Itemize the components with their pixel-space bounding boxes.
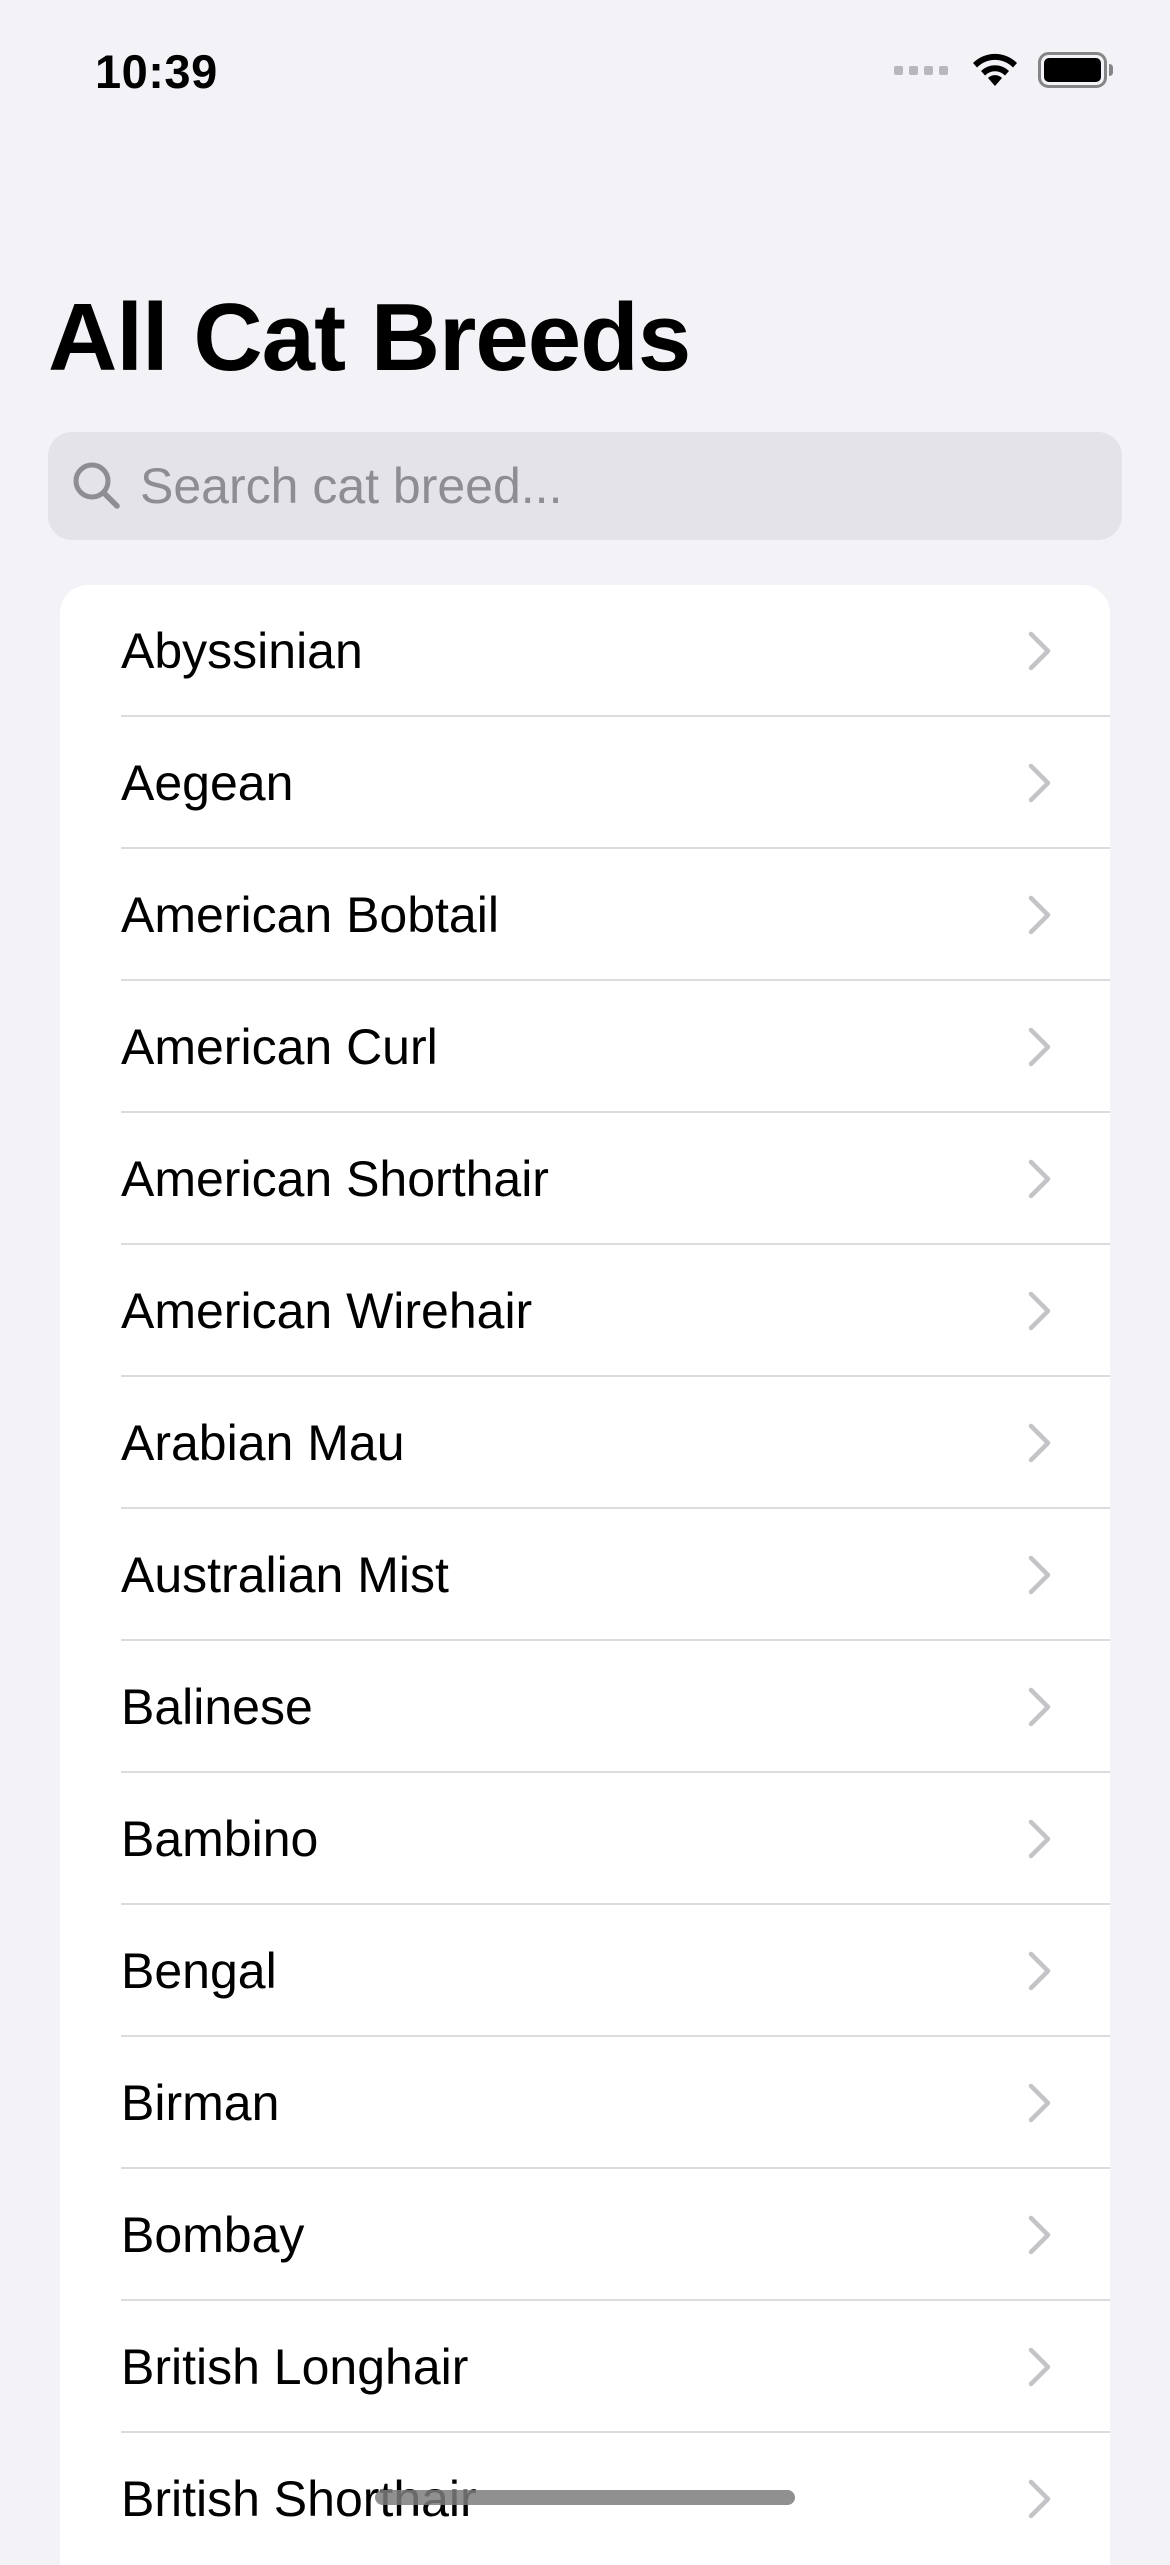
chevron-right-icon	[1028, 1951, 1051, 1991]
breed-name: Balinese	[121, 1679, 313, 1735]
list-item[interactable]: American Bobtail	[60, 849, 1110, 981]
list-item[interactable]: British Longhair	[60, 2301, 1110, 2433]
search-icon	[70, 459, 124, 513]
list-item[interactable]: Bengal	[60, 1905, 1110, 2037]
list-item[interactable]: Abyssinian	[60, 585, 1110, 717]
status-icons	[894, 52, 1114, 88]
breed-name: Abyssinian	[121, 623, 363, 679]
breed-name: Bengal	[121, 1943, 277, 1999]
chevron-right-icon	[1028, 1819, 1051, 1859]
breed-name: American Shorthair	[121, 1151, 549, 1207]
breed-name: American Wirehair	[121, 1283, 533, 1339]
wifi-icon	[973, 53, 1017, 86]
home-indicator[interactable]	[375, 2490, 795, 2505]
breed-name: Bombay	[121, 2207, 305, 2263]
list-item[interactable]: Birman	[60, 2037, 1110, 2169]
chevron-right-icon	[1028, 1687, 1051, 1727]
breed-list: Abyssinian Aegean American Bobtail Ameri…	[60, 585, 1110, 2565]
list-item[interactable]: American Shorthair	[60, 1113, 1110, 1245]
chevron-right-icon	[1028, 1291, 1051, 1331]
chevron-right-icon	[1028, 1027, 1051, 1067]
search-bar[interactable]	[48, 432, 1122, 540]
search-input[interactable]	[140, 432, 1122, 540]
list-item[interactable]: American Curl	[60, 981, 1110, 1113]
breed-name: Birman	[121, 2075, 280, 2131]
chevron-right-icon	[1028, 1555, 1051, 1595]
chevron-right-icon	[1028, 763, 1051, 803]
battery-icon	[1038, 52, 1113, 88]
list-item[interactable]: American Wirehair	[60, 1245, 1110, 1377]
breed-name: American Bobtail	[121, 887, 499, 943]
breed-name: Bambino	[121, 1811, 319, 1867]
list-item[interactable]: Bombay	[60, 2169, 1110, 2301]
breed-name: Australian Mist	[121, 1547, 449, 1603]
breed-name: Arabian Mau	[121, 1415, 405, 1471]
breed-name: Aegean	[121, 755, 294, 811]
chevron-right-icon	[1028, 1423, 1051, 1463]
cellular-signal-icon	[894, 65, 948, 75]
list-item[interactable]: Australian Mist	[60, 1509, 1110, 1641]
chevron-right-icon	[1028, 1159, 1051, 1199]
chevron-right-icon	[1028, 2347, 1051, 2387]
list-item[interactable]: Bambino	[60, 1773, 1110, 1905]
chevron-right-icon	[1028, 2083, 1051, 2123]
breed-name: British Longhair	[121, 2339, 469, 2395]
chevron-right-icon	[1028, 2215, 1051, 2255]
breed-name: American Curl	[121, 1019, 438, 1075]
status-time: 10:39	[95, 45, 218, 98]
list-item[interactable]: Balinese	[60, 1641, 1110, 1773]
chevron-right-icon	[1028, 2479, 1051, 2519]
list-item[interactable]: Arabian Mau	[60, 1377, 1110, 1509]
list-item[interactable]: Aegean	[60, 717, 1110, 849]
chevron-right-icon	[1028, 895, 1051, 935]
page-title: All Cat Breeds	[48, 284, 691, 391]
status-bar: 10:39	[0, 0, 1170, 150]
chevron-right-icon	[1028, 631, 1051, 671]
